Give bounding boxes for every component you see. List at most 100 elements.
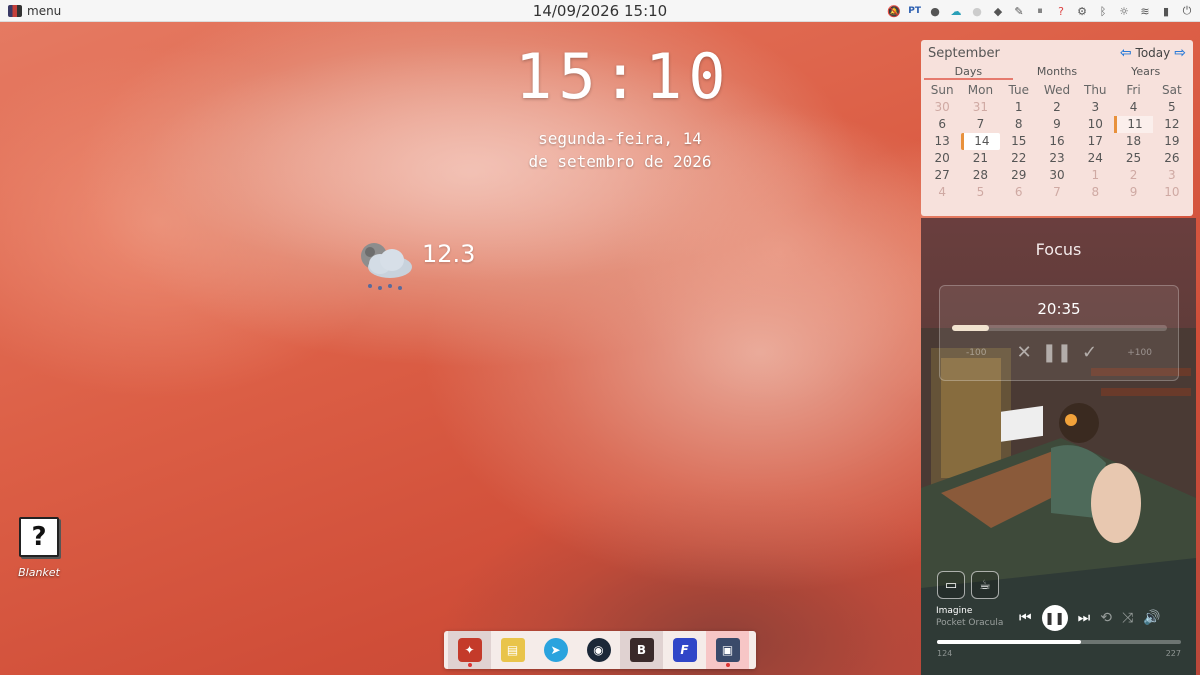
calendar-day[interactable]: 11 xyxy=(1114,116,1153,133)
pause-circle-icon[interactable]: ⏸ xyxy=(1033,3,1047,19)
files-icon: ▤ xyxy=(500,638,525,662)
calendar-day[interactable]: 15 xyxy=(1000,133,1038,150)
repeat-icon[interactable]: ⟲ xyxy=(1100,610,1112,626)
tab-years[interactable]: Years xyxy=(1101,64,1190,80)
dock-item-steam[interactable]: ◉ xyxy=(577,631,620,669)
calendar-day[interactable]: 16 xyxy=(1038,133,1076,150)
tab-months[interactable]: Months xyxy=(1013,64,1102,80)
today-button[interactable]: Today xyxy=(1136,46,1171,60)
calendar-day[interactable]: 22 xyxy=(1000,150,1038,167)
keyboard-layout[interactable]: PT xyxy=(908,3,921,19)
calendar-day[interactable]: 5 xyxy=(1153,99,1191,116)
taskbar-dock: ✦ ▤ ➤ ◉ B F ▣ xyxy=(444,631,756,669)
pause-icon[interactable]: ❚❚ xyxy=(1042,342,1072,363)
previous-icon[interactable]: ⏮ xyxy=(1019,610,1032,626)
dock-item-screenshot[interactable]: ▣ xyxy=(706,631,749,669)
shield-icon[interactable]: ◆ xyxy=(991,3,1005,19)
calendar-day[interactable]: 26 xyxy=(1153,150,1191,167)
battery-icon[interactable]: ▮ xyxy=(1159,3,1173,19)
calendar-day[interactable]: 30 xyxy=(923,99,961,116)
brightness-icon[interactable]: ☼ xyxy=(1117,3,1131,19)
calendar-day[interactable]: 6 xyxy=(1000,184,1038,201)
calendar-day[interactable]: 23 xyxy=(1038,150,1076,167)
panel-clock[interactable]: 14/09/2026 15:10 xyxy=(533,2,667,20)
timer-plus-button[interactable]: +100 xyxy=(1127,348,1152,358)
calendar-day[interactable]: 30 xyxy=(1038,167,1076,184)
check-icon[interactable]: ✓ xyxy=(1082,342,1097,363)
calendar-day[interactable]: 7 xyxy=(961,116,999,133)
calendar-day[interactable]: 10 xyxy=(1153,184,1191,201)
date-line-1: segunda-feira, 14 xyxy=(538,129,702,148)
dock-item-f-app[interactable]: F xyxy=(663,631,706,669)
calendar-day[interactable]: 29 xyxy=(1000,167,1038,184)
calendar-day[interactable]: 19 xyxy=(1153,133,1191,150)
calendar-day[interactable]: 9 xyxy=(1114,184,1152,201)
calendar-day[interactable]: 28 xyxy=(961,167,999,184)
shuffle-icon[interactable]: ⤨ xyxy=(1122,610,1133,626)
app-menu-button[interactable]: menu xyxy=(0,0,69,22)
calendar-day[interactable]: 10 xyxy=(1076,116,1114,133)
calendar-day[interactable]: 2 xyxy=(1114,167,1152,184)
bluetooth-icon[interactable]: ᛒ xyxy=(1096,3,1110,19)
calendar-day[interactable]: 14 xyxy=(961,133,1000,150)
bell-off-icon[interactable]: 🔕 xyxy=(887,3,901,19)
circle-gray-icon[interactable]: ● xyxy=(970,3,984,19)
arrow-right-icon[interactable]: ⇨ xyxy=(1174,45,1186,61)
calendar-day[interactable]: 8 xyxy=(1000,116,1038,133)
close-icon[interactable]: ✕ xyxy=(1017,342,1032,363)
cup-icon[interactable]: ☕ xyxy=(971,571,999,599)
calendar-day[interactable]: 4 xyxy=(1114,99,1152,116)
calendar-day[interactable]: 7 xyxy=(1038,184,1076,201)
calendar-day[interactable]: 9 xyxy=(1038,116,1076,133)
calendar-day[interactable]: 24 xyxy=(1076,150,1114,167)
calendar-day[interactable]: 12 xyxy=(1153,116,1191,133)
calendar-day[interactable]: 17 xyxy=(1076,133,1114,150)
weekday-header: Thu xyxy=(1084,83,1107,97)
pause-button[interactable]: ❚❚ xyxy=(1041,605,1068,631)
gear-icon[interactable]: ⚙ xyxy=(1075,3,1089,19)
power-icon[interactable]: ⏻ xyxy=(1180,3,1194,19)
calendar-day[interactable]: 27 xyxy=(923,167,961,184)
calendar-day[interactable]: 4 xyxy=(923,184,961,201)
cloud-icon[interactable]: ☁ xyxy=(949,3,963,19)
calendar-day[interactable]: 6 xyxy=(923,116,961,133)
weekday-header: Sat xyxy=(1162,83,1182,97)
volume-icon[interactable]: 🔊 xyxy=(1143,610,1160,626)
calendar-day[interactable]: 5 xyxy=(961,184,999,201)
calendar-day[interactable]: 8 xyxy=(1076,184,1114,201)
calendar-day[interactable]: 21 xyxy=(961,150,999,167)
calendar-day[interactable]: 1 xyxy=(1000,99,1038,116)
help-icon[interactable]: ? xyxy=(1054,3,1068,19)
calendar-day[interactable]: 18 xyxy=(1114,133,1152,150)
calendar-day[interactable]: 2 xyxy=(1038,99,1076,116)
timer-minus-button[interactable]: -100 xyxy=(966,348,986,358)
music-player: Focus 20:35 -100 ✕ ❚❚ ✓ +100 ▭ ☕ Imagine… xyxy=(921,218,1196,675)
arrow-left-icon[interactable]: ⇦ xyxy=(1120,45,1132,61)
tab-days[interactable]: Days xyxy=(924,64,1013,80)
next-icon[interactable]: ⏭ xyxy=(1078,610,1091,626)
dock-item-telegram[interactable]: ➤ xyxy=(534,631,577,669)
calendar-day[interactable]: 25 xyxy=(1114,150,1152,167)
weather-widget[interactable]: 12.3 xyxy=(356,238,475,294)
calendar-day[interactable]: 13 xyxy=(923,133,961,150)
calendar-day[interactable]: 1 xyxy=(1076,167,1114,184)
focus-timer-card: 20:35 -100 ✕ ❚❚ ✓ +100 xyxy=(939,285,1179,381)
calendar-day[interactable]: 3 xyxy=(1153,167,1191,184)
wifi-icon[interactable]: ≋ xyxy=(1138,3,1152,19)
telegram-icon: ➤ xyxy=(543,638,568,662)
calendar-day[interactable]: 20 xyxy=(923,150,961,167)
dock-item-bitwarden[interactable]: B xyxy=(620,631,663,669)
dock-item-files[interactable]: ▤ xyxy=(491,631,534,669)
steam-icon: ◉ xyxy=(586,638,611,662)
desktop-icon-label: Blanket xyxy=(18,566,60,579)
screen-icon[interactable]: ▭ xyxy=(937,571,965,599)
calendar-day[interactable]: 3 xyxy=(1076,99,1114,116)
app-red-icon: ✦ xyxy=(457,638,482,662)
calendar-day[interactable]: 31 xyxy=(961,99,999,116)
seek-bar[interactable] xyxy=(937,640,1181,644)
dock-item-red-app[interactable]: ✦ xyxy=(448,631,491,669)
pen-icon[interactable]: ✎ xyxy=(1012,3,1026,19)
circle-icon[interactable]: ● xyxy=(928,3,942,19)
calendar-header: September ⇦ Today ⇨ xyxy=(921,40,1193,62)
desktop-icon-blanket[interactable]: ? Blanket xyxy=(14,517,64,579)
